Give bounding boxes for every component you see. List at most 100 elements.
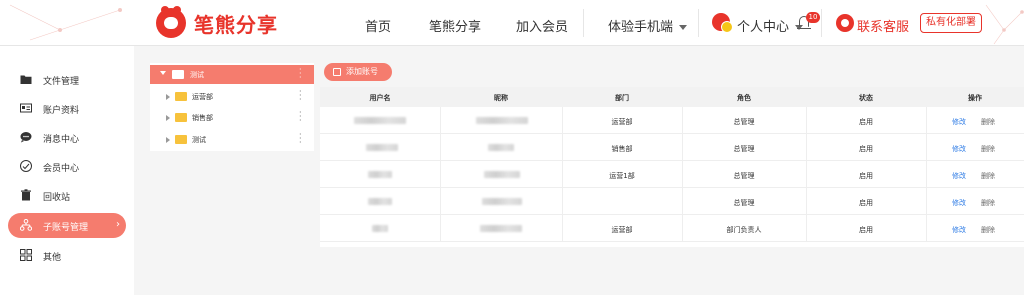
top-header: 笔熊分享 首页 笔熊分享 加入会员 体验手机端 个人中心 10 联系客服 私有化…: [0, 0, 1024, 46]
table-row: 运营1部 总管理 启用 修改 删除: [320, 161, 1024, 188]
nav-mobile-label: 体验手机端: [608, 20, 674, 35]
more-icon[interactable]: · · ·: [299, 88, 302, 104]
message-icon: [20, 132, 32, 143]
chevron-right-icon: ›: [116, 219, 120, 230]
sidebar-item-label: 其他: [43, 253, 62, 263]
chevron-down-icon: [679, 25, 688, 30]
tree-node-root[interactable]: 测试 · · ·: [150, 65, 314, 84]
col-department: 部门: [615, 94, 629, 102]
username-redacted: [368, 198, 392, 205]
id-card-icon: [20, 103, 32, 113]
brand-name: 笔熊分享: [194, 12, 278, 37]
customer-service-icon[interactable]: [836, 14, 854, 32]
sidebar-item-trash[interactable]: 回收站: [8, 183, 126, 208]
role-cell: 总管理: [733, 145, 755, 153]
add-account-button[interactable]: 添加账号: [324, 63, 392, 81]
status-cell: 启用: [859, 172, 873, 180]
sidebar-item-membership[interactable]: 会员中心: [8, 154, 126, 179]
tree-node-label: 测试: [190, 71, 204, 79]
customer-service-link[interactable]: 联系客服: [857, 16, 909, 35]
notification-badge: 10: [806, 12, 820, 23]
department-cell: 运营部: [611, 226, 633, 234]
folder-icon: [172, 70, 184, 79]
grid-icon: [20, 249, 32, 261]
nav-share[interactable]: 笔熊分享: [429, 16, 481, 35]
sidebar-item-other[interactable]: 其他: [8, 243, 126, 268]
bear-logo-icon: [156, 6, 186, 38]
nav-divider: [583, 9, 584, 37]
role-cell: 部门负责人: [726, 226, 762, 234]
department-cell: 运营部: [611, 118, 633, 126]
role-cell: 总管理: [733, 199, 755, 207]
sub-account-icon: [20, 219, 32, 231]
brand-logo[interactable]: 笔熊分享: [156, 6, 278, 38]
caret-right-icon[interactable]: [166, 115, 170, 121]
user-center-dropdown[interactable]: 个人中心: [737, 16, 804, 35]
edit-link[interactable]: 修改: [952, 144, 966, 154]
tree-node[interactable]: 运营部 · · ·: [150, 87, 314, 106]
sidebar-item-label: 消息中心: [43, 135, 80, 145]
table-row: 销售部 总管理 启用 修改 删除: [320, 134, 1024, 161]
sidebar-item-sub-accounts[interactable]: 子账号管理 ›: [8, 213, 126, 238]
sidebar-item-messages[interactable]: 消息中心: [8, 125, 126, 150]
more-icon[interactable]: · · ·: [299, 66, 302, 82]
user-avatar[interactable]: [712, 13, 733, 33]
user-center-label: 个人中心: [737, 20, 790, 35]
caret-right-icon[interactable]: [166, 137, 170, 143]
more-icon[interactable]: · · ·: [299, 131, 302, 147]
folder-icon: [20, 75, 32, 84]
status-cell: 启用: [859, 118, 873, 126]
sidebar-item-label: 子账号管理: [43, 223, 89, 233]
edit-link[interactable]: 修改: [952, 117, 966, 127]
sidebar-item-label: 回收站: [43, 193, 71, 203]
nav-membership[interactable]: 加入会员: [516, 16, 568, 35]
caret-down-icon[interactable]: [160, 71, 166, 75]
delete-link[interactable]: 删除: [981, 198, 995, 208]
member-icon: [20, 160, 32, 172]
tree-node-label: 运营部: [192, 93, 213, 101]
decor-network-pattern: [9, 4, 122, 41]
sidebar-item-label: 会员中心: [43, 164, 80, 174]
sidebar-item-files[interactable]: 文件管理: [8, 67, 126, 92]
delete-link[interactable]: 删除: [981, 171, 995, 181]
table-header: 用户名 昵称 部门 角色 状态 操作: [320, 87, 1024, 107]
status-cell: 启用: [859, 226, 873, 234]
sidebar: 文件管理 账户资料 消息中心 会员中心 回收站 子账号管理 › 其他: [0, 46, 134, 295]
delete-link[interactable]: 删除: [981, 225, 995, 235]
tree-node[interactable]: 测试 · · ·: [150, 130, 314, 149]
sub-account-table: 用户名 昵称 部门 角色 状态 操作 运营部 总管理 启用 修改 删除 销售部 …: [320, 87, 1024, 247]
col-role: 角色: [737, 94, 751, 102]
col-actions: 操作: [968, 94, 982, 102]
table-row: 总管理 启用 修改 删除: [320, 188, 1024, 215]
department-cell: 销售部: [611, 145, 633, 153]
add-account-label: 添加账号: [346, 67, 378, 76]
sidebar-item-label: 账户资料: [43, 106, 80, 116]
table-row: 运营部 部门负责人 启用 修改 删除: [320, 215, 1024, 242]
decor-network-pattern: [985, 4, 1024, 45]
tree-node-label: 销售部: [192, 114, 213, 122]
edit-link[interactable]: 修改: [952, 171, 966, 181]
delete-link[interactable]: 删除: [981, 144, 995, 154]
edit-link[interactable]: 修改: [952, 225, 966, 235]
role-cell: 总管理: [733, 118, 755, 126]
nickname-redacted: [482, 198, 522, 205]
private-deploy-button[interactable]: 私有化部署: [920, 13, 982, 33]
sidebar-item-account[interactable]: 账户资料: [8, 96, 126, 121]
col-status: 状态: [859, 94, 873, 102]
username-redacted: [372, 225, 388, 232]
nav-home[interactable]: 首页: [365, 16, 391, 35]
more-icon[interactable]: · · ·: [299, 109, 302, 125]
nickname-redacted: [480, 225, 522, 232]
col-username: 用户名: [369, 94, 391, 102]
nickname-redacted: [476, 117, 528, 124]
edit-link[interactable]: 修改: [952, 198, 966, 208]
nav-mobile-dropdown[interactable]: 体验手机端: [608, 16, 688, 35]
caret-right-icon[interactable]: [166, 94, 170, 100]
col-nickname: 昵称: [494, 94, 508, 102]
department-tree: 测试 · · · 运营部 · · · 销售部 · · · 测试 · · ·: [150, 63, 314, 151]
delete-link[interactable]: 删除: [981, 117, 995, 127]
tree-node[interactable]: 销售部 · · ·: [150, 108, 314, 127]
nickname-redacted: [484, 171, 520, 178]
status-cell: 启用: [859, 199, 873, 207]
role-cell: 总管理: [733, 172, 755, 180]
